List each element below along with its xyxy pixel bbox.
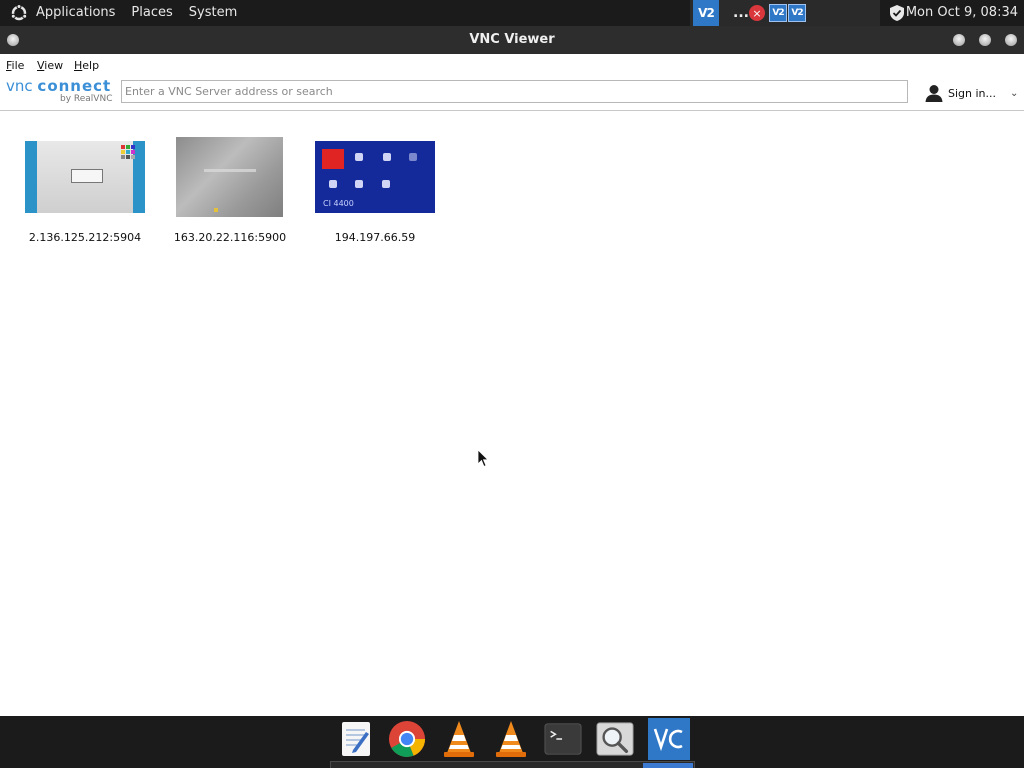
ubuntu-logo-icon[interactable] (10, 4, 28, 22)
close-icon[interactable]: × (749, 5, 765, 21)
menu-system[interactable]: System (181, 0, 245, 26)
vnc-small-icon[interactable]: V2 (769, 4, 787, 22)
connection-thumbnail-2[interactable] (176, 137, 283, 217)
thumbnail-app-icon (355, 180, 363, 188)
window-menu-icon[interactable] (7, 34, 19, 46)
vnc-connect-logo: vnc connect (6, 77, 111, 95)
logo-vnc-text: vnc (6, 77, 33, 95)
sign-in-button[interactable]: Sign in... ⌄ (924, 82, 1018, 104)
connection-thumbnail-3[interactable]: CI 4400 (315, 141, 435, 213)
thumbnail-app-icon (409, 153, 417, 161)
search-icon[interactable] (596, 719, 634, 759)
vlc-icon[interactable] (440, 719, 478, 759)
shield-icon[interactable] (888, 4, 906, 22)
menu-help[interactable]: Help (74, 59, 99, 72)
thumbnail-app-icon (329, 180, 337, 188)
thumbnail-windows-icon (214, 208, 218, 212)
sign-in-label: Sign in... (948, 86, 997, 100)
connection-label-1[interactable]: 2.136.125.212:5904 (5, 231, 165, 244)
thumbnail-app-icon (382, 180, 390, 188)
vlc-icon[interactable] (492, 719, 530, 759)
toolbar: vnc connect by RealVNC Enter a VNC Serve… (0, 76, 1024, 111)
thumbnail-logo-icon (121, 145, 135, 159)
vnc-small-icon[interactable]: V2 (788, 4, 806, 22)
chrome-icon[interactable] (388, 719, 426, 759)
tray-vnc-small-1[interactable]: V2 (769, 0, 787, 26)
close-window-icon[interactable] (1005, 34, 1017, 46)
connection-label-3[interactable]: 194.197.66.59 (295, 231, 455, 244)
dock-shelf (330, 761, 695, 768)
thumbnail-warning-icon (322, 149, 344, 169)
logo-connect-text: connect (37, 77, 112, 95)
connection-label-2[interactable]: 163.20.22.116:5900 (150, 231, 310, 244)
thumbnail-model-text: CI 4400 (323, 199, 354, 208)
tray-ellipsis[interactable]: ... (733, 0, 749, 26)
server-address-input[interactable]: Enter a VNC Server address or search (121, 80, 908, 103)
connections-area: 2.136.125.212:5904 163.20.22.116:5900 CI… (0, 112, 1024, 716)
menu-applications[interactable]: Applications (28, 0, 123, 26)
chevron-down-icon[interactable]: ⌄ (1010, 88, 1018, 99)
thumbnail-dialog (71, 169, 103, 183)
menu-view[interactable]: View (37, 59, 63, 72)
connection-thumbnail-1[interactable] (25, 141, 145, 213)
menu-bar: File View Help (0, 54, 1024, 76)
dock-active-indicator (643, 763, 693, 768)
terminal-icon[interactable] (544, 719, 582, 759)
window-titlebar[interactable]: VNC Viewer (0, 26, 1024, 54)
maximize-icon[interactable] (979, 34, 991, 46)
menu-places[interactable]: Places (123, 0, 180, 26)
logo-by-realvnc: by RealVNC (60, 94, 113, 104)
vnc-viewer-icon[interactable] (648, 718, 690, 760)
vnc-tray-icon[interactable]: V2 (693, 0, 719, 26)
tray-vnc-small-2[interactable]: V2 (788, 0, 806, 26)
user-icon (925, 85, 943, 102)
menu-file[interactable]: File (6, 59, 24, 72)
text-editor-icon[interactable] (337, 719, 375, 759)
thumbnail-screen (37, 141, 135, 213)
thumbnail-app-icon (383, 153, 391, 161)
tray-close[interactable]: × (749, 0, 765, 26)
minimize-icon[interactable] (953, 34, 965, 46)
thumbnail-text (204, 169, 256, 172)
mouse-cursor-icon (478, 450, 489, 468)
tray-vnc[interactable]: V2 (693, 0, 719, 26)
clock[interactable]: Mon Oct 9, 08:34 (906, 0, 1018, 26)
thumbnail-app-icon (355, 153, 363, 161)
window-title: VNC Viewer (469, 32, 555, 47)
